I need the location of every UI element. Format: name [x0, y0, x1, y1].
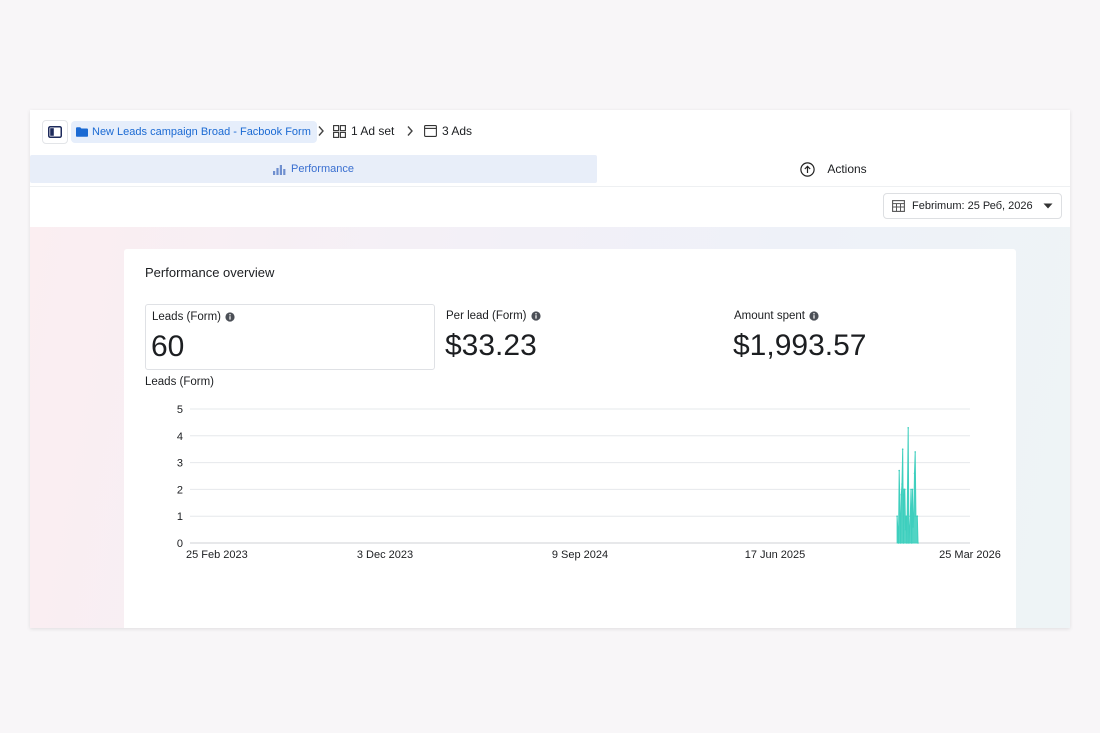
data-point[interactable] — [908, 542, 910, 544]
card-title: Performance overview — [145, 265, 275, 280]
x-tick-label: 25 Feb 2023 — [186, 549, 248, 561]
info-icon[interactable] — [225, 312, 235, 322]
calendar-icon — [892, 200, 905, 212]
metric-amount-spent-value: $1,993.57 — [733, 329, 867, 362]
info-icon[interactable] — [530, 311, 541, 321]
breadcrumb-ads[interactable]: 3 Ads — [424, 124, 472, 138]
tab-actions[interactable]: Actions — [597, 155, 1070, 183]
data-point[interactable] — [907, 427, 909, 429]
data-point[interactable] — [900, 494, 903, 496]
tab-actions-label: Actions — [827, 162, 867, 176]
caret-down-icon — [1043, 203, 1053, 209]
grid-icon — [333, 124, 346, 138]
metric-per-lead-label: Per lead (Form) — [446, 310, 527, 322]
y-tick-label: 1 — [177, 511, 183, 523]
breadcrumb-campaign[interactable]: New Leads campaign Broad - Facbook Form — [71, 121, 317, 143]
data-point[interactable] — [905, 515, 907, 517]
y-tick-label: 3 — [177, 458, 183, 470]
data-point[interactable] — [901, 483, 903, 485]
leads-chart: 0 1 2 3 4 5 25 Feb 2023 3 Dec 2023 9 Sep 2024 17… — [177, 404, 1001, 561]
sidebar-panel-icon — [48, 126, 62, 138]
campaign-window: New Leads campaign Broad - Facbook Form … — [30, 110, 1070, 628]
data-point[interactable] — [899, 542, 902, 544]
tab-bar: Performance Actions — [30, 155, 1070, 185]
data-point[interactable] — [910, 488, 912, 491]
breadcrumb-adset[interactable]: 1 Ad set — [333, 124, 394, 138]
metric-leads-value: 60 — [151, 330, 185, 363]
data-point[interactable] — [916, 515, 919, 517]
data-point[interactable] — [901, 448, 904, 450]
data-point[interactable] — [898, 469, 900, 472]
x-tick-label: 9 Sep 2024 — [552, 549, 608, 561]
upload-circle-icon — [800, 161, 816, 177]
ad-window-icon — [424, 125, 437, 137]
performance-overview-card: Performance overview Leads (Form) 60 Per… — [124, 249, 1016, 628]
sidebar-toggle-button[interactable] — [42, 120, 68, 144]
y-tick-label: 4 — [177, 431, 183, 443]
metric-per-lead-value: $33.23 — [445, 329, 537, 362]
date-range-label: Febrimum: 25 Реб, 2026 — [912, 200, 1033, 212]
breadcrumb-ads-label: 3 Ads — [442, 124, 473, 138]
breadcrumb-campaign-label: New Leads campaign Broad - Facbook Form — [92, 126, 311, 138]
tab-divider — [30, 186, 1070, 187]
data-point[interactable] — [902, 542, 905, 544]
data-point[interactable] — [904, 488, 906, 491]
metric-per-lead[interactable]: Per lead (Form) $33.23 — [440, 304, 720, 370]
bar-chart-icon — [273, 164, 286, 175]
data-point[interactable] — [911, 488, 914, 491]
data-point[interactable] — [917, 542, 919, 544]
y-tick-label: 0 — [177, 538, 183, 550]
breadcrumb-bar: New Leads campaign Broad - Facbook Form … — [30, 110, 1070, 154]
x-tick-label: 25 Mar 2026 — [939, 549, 1001, 561]
date-range-picker[interactable]: Febrimum: 25 Реб, 2026 — [883, 193, 1062, 219]
leads-series-area[interactable] — [896, 427, 919, 544]
chevron-right-icon — [318, 126, 324, 136]
chart-title: Leads (Form) — [145, 376, 215, 388]
y-tick-label: 2 — [177, 484, 183, 496]
metric-amount-spent[interactable]: Amount spent $1,993.57 — [728, 304, 1008, 370]
data-point[interactable] — [914, 451, 916, 453]
breadcrumb-adset-label: 1 Ad set — [351, 124, 395, 138]
data-point[interactable] — [904, 528, 907, 531]
data-point[interactable] — [912, 526, 914, 528]
info-icon[interactable] — [809, 311, 819, 321]
data-point[interactable] — [896, 515, 898, 517]
data-point[interactable] — [913, 472, 916, 475]
tab-performance[interactable]: Performance — [30, 155, 597, 183]
data-point[interactable] — [910, 542, 913, 544]
data-point[interactable] — [909, 515, 912, 517]
metric-amount-spent-label: Amount spent — [734, 310, 805, 322]
chevron-right-icon — [407, 126, 413, 136]
x-tick-label: 3 Dec 2023 — [357, 549, 413, 561]
data-point[interactable] — [913, 515, 915, 517]
folder-icon — [76, 127, 88, 137]
x-tick-label: 17 Jun 2025 — [745, 549, 806, 561]
metric-leads[interactable]: Leads (Form) 60 — [145, 304, 435, 370]
metric-leads-label: Leads (Form) — [152, 311, 222, 323]
data-point[interactable] — [897, 542, 900, 544]
content-area: Performance overview Leads (Form) 60 Per… — [30, 227, 1070, 628]
data-point[interactable] — [906, 542, 908, 544]
y-tick-label: 5 — [177, 404, 183, 416]
data-point[interactable] — [915, 515, 917, 517]
tab-performance-label: Performance — [291, 163, 354, 175]
